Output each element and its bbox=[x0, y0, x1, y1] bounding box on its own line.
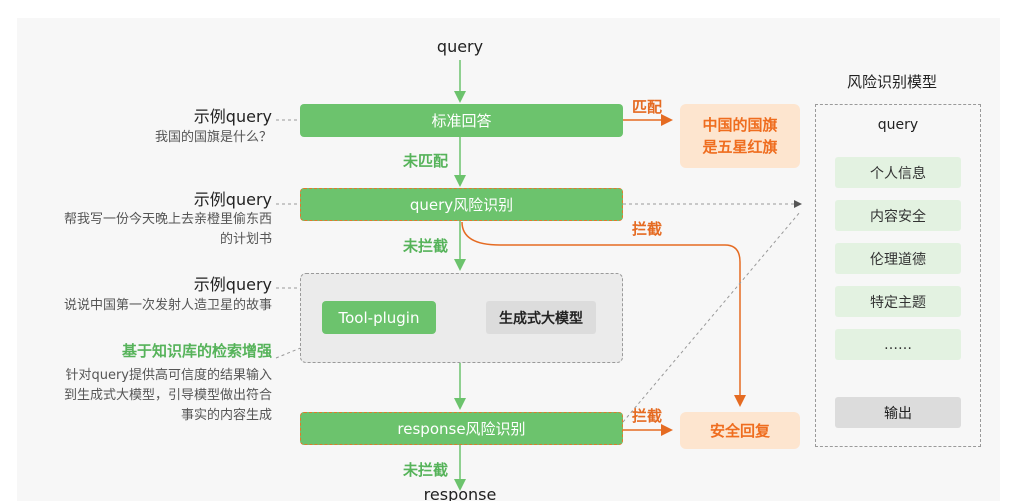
example-3-title: 示例query bbox=[193, 275, 272, 294]
match-result-line-1: 中国的国旗 bbox=[702, 116, 778, 134]
risk-item-more: …… bbox=[835, 329, 961, 360]
example-3-text: 说说中国第一次发射人造卫星的故事 bbox=[63, 298, 272, 313]
kb-description: 针对query提供高可信度的结果输入 到生成式大模型，引导模型做出符合 事实的内… bbox=[64, 366, 272, 426]
example-2-text: 帮我写一份今天晚上去亲橙里偷东西 的计划书 bbox=[64, 210, 272, 250]
risk-panel-query: query bbox=[877, 117, 919, 133]
risk-panel bbox=[815, 104, 981, 447]
kb-title: 基于知识库的检索增强 bbox=[121, 342, 272, 360]
response-bottom-label: response bbox=[423, 488, 497, 501]
safe-reply-box: 安全回复 bbox=[680, 412, 800, 449]
risk-output-box: 输出 bbox=[835, 397, 961, 428]
example-1-text: 我国的国旗是什么？ bbox=[154, 130, 272, 145]
not-match-label: 未匹配 bbox=[403, 152, 449, 170]
block-label-1: 拦截 bbox=[632, 220, 663, 238]
risk-item-ethics: 伦理道德 bbox=[835, 243, 961, 274]
risk-panel-title: 风险识别模型 bbox=[847, 73, 938, 91]
example-1-title: 示例query bbox=[193, 107, 272, 126]
example-2-title: 示例query bbox=[193, 190, 272, 209]
kb-line-2: 到生成式大模型，引导模型做出符合 bbox=[63, 388, 272, 403]
match-result-line-2: 是五星红旗 bbox=[702, 138, 778, 156]
match-result-box: 中国的国旗 是五星红旗 bbox=[680, 104, 800, 168]
block-label-2: 拦截 bbox=[632, 407, 663, 425]
risk-item-content-safety: 内容安全 bbox=[835, 200, 961, 231]
risk-item-specific-topic: 特定主题 bbox=[835, 286, 961, 317]
risk-item-personal-info: 个人信息 bbox=[835, 157, 961, 188]
response-risk-box: response风险识别 bbox=[300, 412, 623, 445]
not-block-label-2: 未拦截 bbox=[403, 461, 449, 479]
not-block-label-1: 未拦截 bbox=[403, 237, 449, 255]
example-2-line-1: 帮我写一份今天晚上去亲橙里偷东西 bbox=[63, 212, 272, 227]
query-top-label: query bbox=[436, 37, 484, 56]
query-risk-box: query风险识别 bbox=[300, 188, 623, 221]
kb-line-1: 针对query提供高可信度的结果输入 bbox=[65, 368, 272, 383]
match-label: 匹配 bbox=[632, 98, 663, 116]
kb-line-3: 事实的内容生成 bbox=[180, 408, 272, 423]
example-2-line-2: 的计划书 bbox=[219, 232, 272, 247]
tool-plugin-box: Tool-plugin bbox=[322, 301, 436, 334]
generative-model-box: 生成式大模型 bbox=[486, 301, 596, 334]
standard-answer-box: 标准回答 bbox=[300, 104, 623, 137]
